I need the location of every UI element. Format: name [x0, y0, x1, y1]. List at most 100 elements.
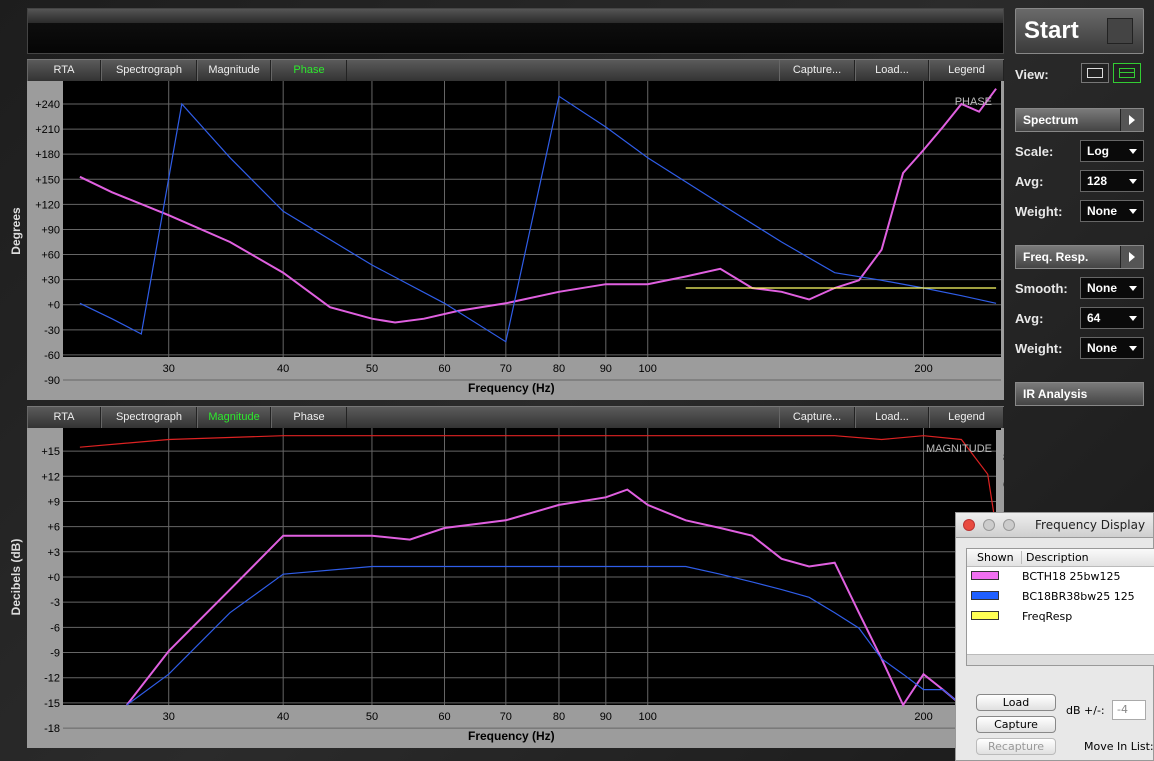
start-button[interactable]: Start	[1015, 8, 1144, 54]
x-tick-label: 200	[914, 711, 932, 723]
y-tick-label: -18	[44, 723, 60, 735]
freq-resp-section-header[interactable]: Freq. Resp.	[1015, 245, 1144, 269]
phase-plot-panel: +240 +210 +180 +150 +120 +90 +60 +30 +0 -30 -60 -90…	[27, 81, 1004, 400]
chevron-down-icon	[1129, 209, 1137, 214]
view-single-button[interactable]	[1081, 63, 1109, 83]
chevron-down-icon	[1129, 179, 1137, 184]
horizontal-scrollbar[interactable]	[967, 654, 1154, 665]
trace-description: BCTH18 25bw125	[1022, 570, 1121, 583]
freq-weight-dropdown[interactable]: None	[1080, 337, 1144, 359]
spectrum-weight-dropdown[interactable]: None	[1080, 200, 1144, 222]
phase-chart[interactable]: +240 +210 +180 +150 +120 +90 +60 +30 +0 -30 -60 -90…	[27, 81, 1004, 400]
ir-analysis-button[interactable]: IR Analysis	[1015, 382, 1144, 406]
color-swatch[interactable]	[971, 571, 999, 580]
trace-list-header: Shown Description	[967, 549, 1154, 567]
list-item[interactable]: FreqResp	[967, 607, 1154, 627]
list-item[interactable]: BCTH18 25bw125	[967, 567, 1154, 587]
y-tick-label: -3	[50, 597, 60, 609]
trace-list[interactable]: Shown Description BCTH18 25bw125 BC18BR3…	[966, 548, 1154, 666]
x-tick-label: 90	[600, 711, 612, 723]
x-tick-label: 100	[639, 711, 657, 723]
x-tick-label: 60	[438, 711, 450, 723]
spectrum-avg-value: 128	[1087, 174, 1108, 188]
freq-weight-label: Weight:	[1015, 341, 1063, 356]
db-input[interactable]: -4	[1112, 700, 1146, 720]
spectrum-section-header[interactable]: Spectrum	[1015, 108, 1144, 132]
phase-tab-bar: RTA Spectrograph Magnitude Phase Capture…	[27, 59, 1004, 81]
capture-button[interactable]: Capture	[976, 716, 1056, 733]
right-axis-tick: 60	[1003, 479, 1004, 491]
freq-resp-arrow-icon[interactable]	[1120, 246, 1143, 268]
y-tick-label: -15	[44, 698, 60, 710]
color-swatch[interactable]	[971, 591, 999, 600]
magnitude-x-axis-label: Frequency (Hz)	[468, 729, 555, 743]
mag-tab-magnitude[interactable]: Magnitude	[197, 407, 271, 428]
minimize-icon[interactable]	[983, 519, 995, 531]
y-tick-label: -90	[44, 375, 60, 387]
y-tick-label: +210	[35, 124, 60, 136]
freq-avg-label: Avg:	[1015, 311, 1044, 326]
close-icon[interactable]	[963, 519, 975, 531]
x-tick-label: 30	[163, 711, 175, 723]
y-tick-label: -6	[50, 622, 60, 634]
mag-tab-spectrograph[interactable]: Spectrograph	[101, 407, 197, 428]
x-tick-label: 40	[277, 711, 289, 723]
split-pane-icon	[1119, 68, 1135, 78]
zoom-icon[interactable]	[1003, 519, 1015, 531]
right-axis-tick: 80	[1003, 452, 1004, 464]
y-tick-label: -12	[44, 673, 60, 685]
x-tick-label: 80	[553, 363, 565, 375]
view-split-button[interactable]	[1113, 63, 1141, 83]
y-tick-label: -9	[50, 648, 60, 660]
phase-tab-magnitude[interactable]: Magnitude	[197, 60, 271, 81]
col-description[interactable]: Description	[1021, 551, 1089, 564]
phase-tab-rta[interactable]: RTA	[27, 60, 101, 81]
freq-avg-dropdown[interactable]: 64	[1080, 307, 1144, 329]
view-label: View:	[1015, 67, 1049, 82]
mag-tab-phase[interactable]: Phase	[271, 407, 347, 428]
color-swatch[interactable]	[971, 611, 999, 620]
mag-legend-button[interactable]: Legend	[929, 407, 1004, 428]
phase-tab-phase[interactable]: Phase	[271, 60, 347, 81]
y-tick-label: +90	[41, 224, 60, 236]
spectrum-weight-value: None	[1087, 204, 1117, 218]
y-tick-label: -60	[44, 350, 60, 362]
smooth-value: None	[1087, 281, 1117, 295]
x-tick-label: 50	[366, 711, 378, 723]
phase-legend-button[interactable]: Legend	[929, 60, 1004, 81]
mag-capture-button[interactable]: Capture...	[779, 407, 855, 428]
load-button[interactable]: Load	[976, 694, 1056, 711]
chevron-down-icon	[1129, 346, 1137, 351]
list-item[interactable]: BC18BR38bw25 125	[967, 587, 1154, 607]
spectrum-arrow-icon[interactable]	[1120, 109, 1143, 131]
y-tick-label: -30	[44, 325, 60, 337]
x-tick-label: 90	[600, 363, 612, 375]
phase-load-button[interactable]: Load...	[855, 60, 929, 81]
y-tick-label: +120	[35, 199, 60, 211]
phase-tab-spectrograph[interactable]: Spectrograph	[101, 60, 197, 81]
start-label: Start	[1024, 17, 1079, 44]
y-tick-label: +15	[41, 446, 60, 458]
y-tick-label: +30	[41, 275, 60, 287]
col-shown[interactable]: Shown	[977, 551, 1014, 564]
x-tick-label: 80	[553, 711, 565, 723]
smooth-dropdown[interactable]: None	[1080, 277, 1144, 299]
dialog-title-bar[interactable]: Frequency Display	[956, 513, 1153, 538]
mag-tab-rta[interactable]: RTA	[27, 407, 101, 428]
recapture-button[interactable]: Recapture	[976, 738, 1056, 755]
spectrum-avg-dropdown[interactable]: 128	[1080, 170, 1144, 192]
spectrum-avg-label: Avg:	[1015, 174, 1044, 189]
frequency-display-dialog: Frequency Display Shown Description BCTH…	[955, 512, 1154, 761]
mag-load-button[interactable]: Load...	[855, 407, 929, 428]
x-tick-label: 30	[163, 363, 175, 375]
magnitude-chart[interactable]: +15 +12 +9 +6 +3 +0 -3 -6 -9 -12 -15 -18 30 40 50 60 70 8…	[27, 428, 1004, 748]
trace-description: BC18BR38bw25 125	[1022, 590, 1135, 603]
y-tick-label: +3	[47, 547, 60, 559]
scale-dropdown[interactable]: Log	[1080, 140, 1144, 162]
phase-capture-button[interactable]: Capture...	[779, 60, 855, 81]
smooth-label: Smooth:	[1015, 281, 1068, 296]
phase-y-axis-label: Degrees	[9, 207, 23, 255]
chevron-down-icon	[1129, 149, 1137, 154]
y-tick-label: +180	[35, 149, 60, 161]
x-tick-label: 50	[366, 363, 378, 375]
